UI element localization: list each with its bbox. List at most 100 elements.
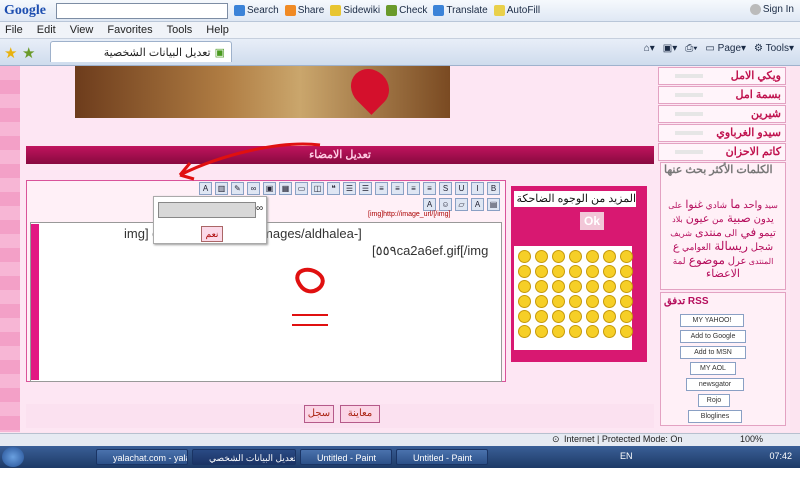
smiley-button[interactable]: ☺ xyxy=(439,198,452,211)
smiley-icon[interactable] xyxy=(586,325,599,338)
clock[interactable]: 07:42 xyxy=(769,451,792,461)
smiley-icon[interactable] xyxy=(535,310,548,323)
favorites-star-icon[interactable]: ★ xyxy=(4,44,17,62)
smiley-icon[interactable] xyxy=(518,310,531,323)
menu-help[interactable]: Help xyxy=(206,24,229,36)
smiley-icon[interactable] xyxy=(603,280,616,293)
smiley-icon[interactable] xyxy=(620,310,633,323)
smiley-icon[interactable] xyxy=(518,265,531,278)
italic-button[interactable]: I xyxy=(471,182,484,195)
keyword-link[interactable]: ريسالة xyxy=(711,239,748,253)
smiley-icon[interactable] xyxy=(552,280,565,293)
smiley-icon[interactable] xyxy=(518,325,531,338)
menu-file[interactable]: File xyxy=(5,24,23,36)
menu-view[interactable]: View xyxy=(70,24,94,36)
underline-button[interactable]: U xyxy=(455,182,468,195)
tools-menu[interactable]: ⚙ Tools▾ xyxy=(754,43,794,54)
feed-my-yahoo[interactable]: MY YAHOO! xyxy=(680,314,744,327)
smiley-icon[interactable] xyxy=(620,265,633,278)
smiley-icon[interactable] xyxy=(603,265,616,278)
smiley-icon[interactable] xyxy=(569,280,582,293)
smiley-icon[interactable] xyxy=(620,250,633,263)
tab-edit-profile[interactable]: تعديل البيانات الشخصية ▣ xyxy=(50,41,232,62)
task-yalachat[interactable]: yalachat.com - yala... xyxy=(96,449,188,465)
keyword-link[interactable]: شريف xyxy=(670,229,692,238)
toolbar-check-button[interactable]: Check xyxy=(386,5,427,16)
menu-tools[interactable]: Tools xyxy=(167,24,193,36)
keyword-link[interactable]: المنتدى xyxy=(747,257,774,266)
keyword-link[interactable]: يدون xyxy=(751,214,774,225)
font-size-button[interactable]: A xyxy=(423,198,436,211)
keyword-link[interactable]: سيد xyxy=(762,201,777,210)
font-color-button[interactable]: A xyxy=(471,198,484,211)
nav-item-wiki-amal[interactable]: ويكي الامل xyxy=(658,67,786,85)
smiley-icon[interactable] xyxy=(552,325,565,338)
task-edit-profile[interactable]: تعديل البيانات الشخصي... xyxy=(192,449,296,465)
feed-newsgator[interactable]: newsgator xyxy=(686,378,744,391)
smiley-icon[interactable] xyxy=(535,280,548,293)
keyword-link[interactable]: بلاد xyxy=(672,215,683,224)
keyword-link[interactable]: منتدى xyxy=(692,227,722,239)
feed-rojo[interactable]: Rojo xyxy=(698,394,730,407)
smiley-icon[interactable] xyxy=(603,325,616,338)
keyword-link[interactable]: شادي xyxy=(703,200,727,210)
smiley-icon[interactable] xyxy=(603,250,616,263)
toolbar-search-button[interactable]: Search xyxy=(234,5,279,16)
page-menu[interactable]: ▭ Page▾ xyxy=(705,43,746,54)
keyword-link[interactable]: عرل xyxy=(725,256,747,267)
keyword-link[interactable]: شجل xyxy=(748,242,773,253)
smiley-icon[interactable] xyxy=(586,310,599,323)
language-indicator[interactable]: EN xyxy=(620,451,633,461)
keyword-link[interactable]: صبية xyxy=(724,211,751,225)
align-left-button[interactable]: ≡ xyxy=(391,182,404,195)
smiley-icon[interactable] xyxy=(569,295,582,308)
smiley-icon[interactable] xyxy=(586,265,599,278)
smiley-icon[interactable] xyxy=(603,310,616,323)
print-icon[interactable]: ⎙▾ xyxy=(685,43,697,54)
toolbar-sidewiki-button[interactable]: Sidewiki xyxy=(330,5,380,16)
keyword-link[interactable]: الاعضاء xyxy=(706,268,740,280)
align-right-button[interactable]: ≡ xyxy=(423,182,436,195)
save-button[interactable]: سجل xyxy=(304,405,334,423)
smiley-icon[interactable] xyxy=(552,310,565,323)
nav-item-sido[interactable]: سيدو الغرباوي xyxy=(658,124,786,142)
smiley-ok-button[interactable]: Ok xyxy=(580,212,604,230)
popup-ok-button[interactable]: نعم xyxy=(201,226,223,242)
keyword-link[interactable]: واحد xyxy=(740,200,762,211)
smiley-icon[interactable] xyxy=(535,295,548,308)
keyword-link[interactable]: ما xyxy=(727,197,740,211)
smiley-icon[interactable] xyxy=(586,280,599,293)
keyword-link[interactable]: على xyxy=(668,201,682,210)
highlight-button[interactable]: ▱ xyxy=(455,198,468,211)
smiley-icon[interactable] xyxy=(586,250,599,263)
keyword-link[interactable]: غنوا xyxy=(682,199,703,211)
nav-item-katem[interactable]: كاتم الاحزان xyxy=(658,143,786,161)
smiley-icon[interactable] xyxy=(518,295,531,308)
google-search-input[interactable] xyxy=(56,2,228,19)
preview-button[interactable]: معاينة xyxy=(340,405,380,423)
justify-button[interactable]: ≡ xyxy=(375,182,388,195)
start-button[interactable] xyxy=(2,447,24,467)
smiley-icon[interactable] xyxy=(552,295,565,308)
editor-scrollbar[interactable] xyxy=(31,224,39,380)
smiley-icon[interactable] xyxy=(518,280,531,293)
smiley-icon[interactable] xyxy=(620,280,633,293)
toolbar-translate-button[interactable]: Translate xyxy=(433,5,488,16)
feed-bloglines[interactable]: Bloglines xyxy=(688,410,742,423)
smiley-icon[interactable] xyxy=(535,250,548,263)
google-logo[interactable]: Google xyxy=(4,3,46,19)
smiley-icon[interactable] xyxy=(535,265,548,278)
smiley-icon[interactable] xyxy=(569,310,582,323)
nav-item-sherin[interactable]: شيرين xyxy=(658,105,786,123)
keyword-link[interactable]: لمة xyxy=(673,256,686,266)
smiley-icon[interactable] xyxy=(518,250,531,263)
keyword-link[interactable]: الى xyxy=(722,228,737,238)
task-paint-1[interactable]: Untitled - Paint xyxy=(300,449,392,465)
list-button[interactable]: ☰ xyxy=(359,182,372,195)
keyword-link[interactable]: العوامي xyxy=(679,242,711,252)
smiley-icon[interactable] xyxy=(535,325,548,338)
smiley-icon[interactable] xyxy=(620,325,633,338)
more-button[interactable]: ▤ xyxy=(487,198,500,211)
toolbar-autofill-button[interactable]: AutoFill xyxy=(493,5,540,16)
sign-in-button[interactable]: Sign In xyxy=(749,4,794,15)
